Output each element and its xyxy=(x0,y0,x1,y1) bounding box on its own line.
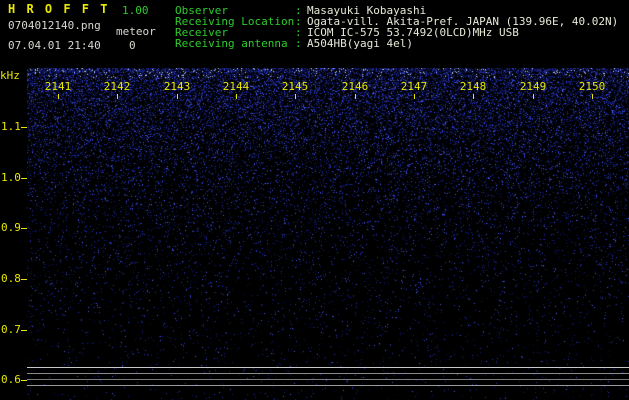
info-value: A504HB(yagi 4el) xyxy=(307,37,413,50)
freq-tick xyxy=(21,330,27,331)
time-label: 2142 xyxy=(103,81,131,92)
freq-label: 0.7 xyxy=(1,324,23,335)
time-label: 2148 xyxy=(459,81,487,92)
time-tick xyxy=(473,94,474,99)
freq-tick xyxy=(21,127,27,128)
freq-label: 0.8 xyxy=(1,273,23,284)
freq-tick xyxy=(21,178,27,179)
info-label: Receiving antenna xyxy=(175,38,295,49)
signal-baseline xyxy=(27,379,629,380)
freq-label: 1.0 xyxy=(1,172,23,183)
spectrogram-canvas xyxy=(27,68,629,400)
time-tick xyxy=(414,94,415,99)
hrofft-window: H R O F F T 1.00 0704012140.png meteor 0… xyxy=(0,0,629,400)
freq-unit-label: kHz xyxy=(0,70,20,81)
freq-label: 1.1 xyxy=(1,121,23,132)
time-tick xyxy=(58,94,59,99)
freq-label: 0.9 xyxy=(1,222,23,233)
time-label: 2143 xyxy=(163,81,191,92)
time-tick xyxy=(117,94,118,99)
signal-baseline xyxy=(27,385,629,386)
time-label: 2147 xyxy=(400,81,428,92)
freq-label: 0.6 xyxy=(1,374,23,385)
freq-tick xyxy=(21,279,27,280)
output-filename: 0704012140.png xyxy=(8,20,101,31)
time-tick xyxy=(295,94,296,99)
echo-count: 0 xyxy=(129,40,136,51)
time-tick xyxy=(355,94,356,99)
mode-label: meteor xyxy=(116,26,156,37)
time-label: 2146 xyxy=(341,81,369,92)
time-label: 2144 xyxy=(222,81,250,92)
time-tick xyxy=(236,94,237,99)
time-tick xyxy=(533,94,534,99)
freq-tick xyxy=(21,380,27,381)
time-label: 2150 xyxy=(578,81,606,92)
datetime-label: 07.04.01 21:40 xyxy=(8,40,101,51)
signal-baseline xyxy=(27,367,629,368)
station-info: Observer: Masayuki Kobayashi Receiving Lo… xyxy=(175,5,618,49)
app-title: H R O F F T xyxy=(8,4,109,15)
time-label: 2141 xyxy=(44,81,72,92)
app-version: 1.00 xyxy=(122,5,149,16)
time-label: 2145 xyxy=(281,81,309,92)
info-colon: : xyxy=(295,38,307,49)
info-row-antenna: Receiving antenna: A504HB(yagi 4el) xyxy=(175,38,618,49)
signal-baseline xyxy=(27,373,629,374)
time-label: 2149 xyxy=(519,81,547,92)
time-tick xyxy=(177,94,178,99)
time-tick xyxy=(592,94,593,99)
freq-tick xyxy=(21,228,27,229)
